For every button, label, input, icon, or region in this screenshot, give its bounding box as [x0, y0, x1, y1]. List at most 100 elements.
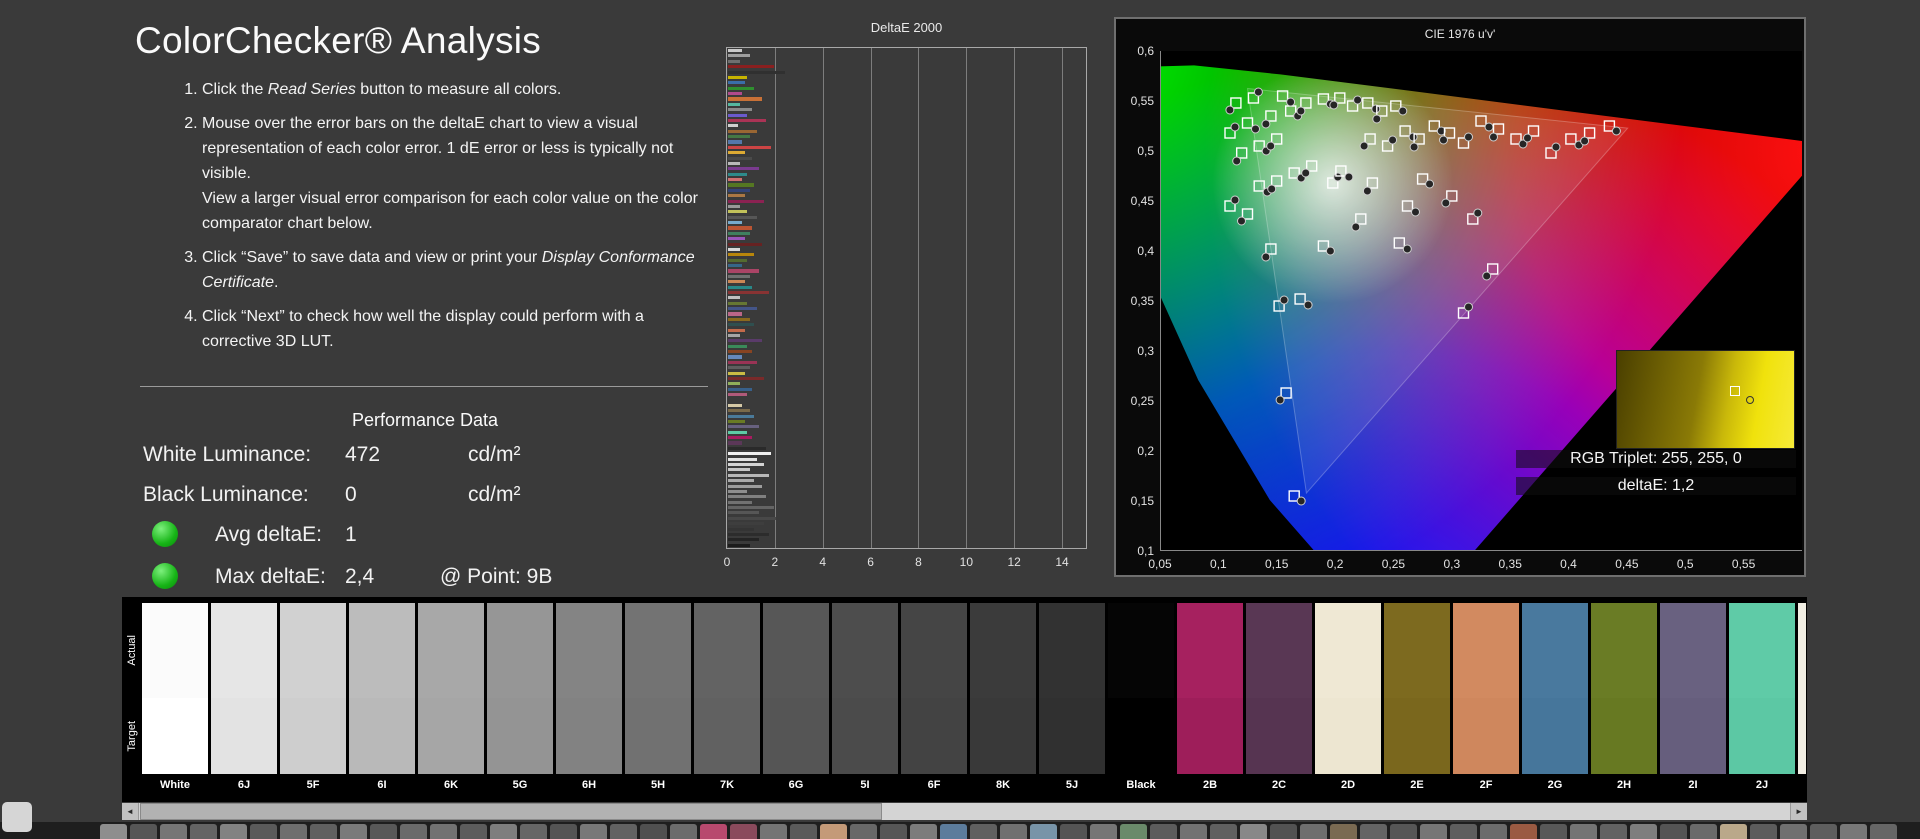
deltae-error-bar[interactable] [728, 318, 750, 321]
deltae-error-bar[interactable] [728, 431, 747, 434]
deltae-error-bar[interactable] [728, 92, 742, 95]
comparator-column[interactable]: 6I [349, 603, 415, 798]
thumbnail-tile[interactable] [190, 824, 217, 839]
deltae-error-bar[interactable] [728, 501, 752, 504]
deltae-error-bar[interactable] [728, 393, 747, 396]
comparator-column[interactable]: 2E [1384, 603, 1450, 798]
deltae-error-bar[interactable] [728, 323, 754, 326]
thumbnail-tile[interactable] [1300, 824, 1327, 839]
thumbnail-tile[interactable] [1090, 824, 1117, 839]
deltae-error-bar[interactable] [728, 103, 740, 106]
deltae-error-bar[interactable] [728, 178, 742, 181]
deltae-error-bar[interactable] [728, 173, 747, 176]
deltae-error-bar[interactable] [728, 458, 757, 461]
deltae-error-bar[interactable] [728, 275, 750, 278]
comparator-column[interactable]: 2J [1729, 603, 1795, 798]
thumbnail-tile[interactable] [580, 824, 607, 839]
comparator-column[interactable]: 5G [487, 603, 553, 798]
thumbnail-tile[interactable] [1630, 824, 1657, 839]
comparator-column[interactable]: 8K [970, 603, 1036, 798]
comparator-column[interactable]: 2B [1177, 603, 1243, 798]
deltae-error-bar[interactable] [728, 119, 766, 122]
deltae-error-bar[interactable] [728, 479, 754, 482]
thumbnail-tile[interactable] [1180, 824, 1207, 839]
deltae-error-bar[interactable] [728, 243, 762, 246]
deltae-error-bar[interactable] [728, 409, 750, 412]
deltae-error-bar[interactable] [728, 286, 752, 289]
deltae-error-bar[interactable] [728, 447, 766, 450]
thumbnail-tile[interactable] [1060, 824, 1087, 839]
thumbnail-tile[interactable] [790, 824, 817, 839]
deltae-error-bar[interactable] [728, 361, 757, 364]
deltae-error-bar[interactable] [728, 124, 738, 127]
deltae-error-bar[interactable] [728, 382, 740, 385]
deltae-error-bar[interactable] [728, 511, 759, 514]
deltae-error-bar[interactable] [728, 162, 740, 165]
deltae-error-bar[interactable] [728, 140, 742, 143]
deltae-error-bar[interactable] [728, 253, 754, 256]
deltae-error-bar[interactable] [728, 415, 754, 418]
thumbnail-tile[interactable] [220, 824, 247, 839]
bottom-left-tile[interactable] [2, 802, 32, 832]
deltae-error-bar[interactable] [728, 495, 766, 498]
thumbnail-tile[interactable] [1450, 824, 1477, 839]
thumbnail-tile[interactable] [520, 824, 547, 839]
deltae-error-bar[interactable] [728, 302, 747, 305]
comparator-column[interactable]: 2I [1660, 603, 1726, 798]
thumbnail-tile[interactable] [670, 824, 697, 839]
thumbnail-tile[interactable] [1120, 824, 1147, 839]
thumbnail-tile[interactable] [820, 824, 847, 839]
deltae-error-bar[interactable] [728, 388, 752, 391]
comparator-column[interactable]: 2D [1315, 603, 1381, 798]
deltae-error-bar[interactable] [728, 377, 764, 380]
deltae-error-bar[interactable] [728, 334, 740, 337]
deltae-error-bar[interactable] [728, 146, 771, 149]
deltae-error-bar[interactable] [728, 135, 750, 138]
deltae-error-bar[interactable] [728, 210, 747, 213]
thumbnail-tile[interactable] [1480, 824, 1507, 839]
deltae-error-bar[interactable] [728, 269, 759, 272]
thumbnail-tile[interactable] [1810, 824, 1837, 839]
deltae-error-bar[interactable] [728, 506, 774, 509]
deltae-error-bar[interactable] [728, 71, 785, 74]
thumbnail-tile[interactable] [460, 824, 487, 839]
deltae-error-bar[interactable] [728, 522, 764, 525]
deltae-error-bar[interactable] [728, 404, 742, 407]
deltae-error-bar[interactable] [728, 87, 754, 90]
deltae-error-bar[interactable] [728, 264, 742, 267]
thumbnail-tile[interactable] [910, 824, 937, 839]
scroll-left-button[interactable]: ◄ [122, 803, 139, 820]
thumbnail-tile[interactable] [1270, 824, 1297, 839]
comparator-column[interactable]: 5J [1039, 603, 1105, 798]
thumbnail-tile[interactable] [970, 824, 997, 839]
thumbnail-tile[interactable] [1600, 824, 1627, 839]
thumbnail-tile[interactable] [880, 824, 907, 839]
deltae-error-bar[interactable] [728, 366, 750, 369]
comparator-column[interactable]: 5I [832, 603, 898, 798]
thumbnail-tile[interactable] [400, 824, 427, 839]
thumbnail-tile[interactable] [1210, 824, 1237, 839]
deltae-error-bar[interactable] [728, 280, 745, 283]
thumbnail-tile[interactable] [1720, 824, 1747, 839]
deltae-error-bar[interactable] [728, 485, 762, 488]
thumbnail-tile[interactable] [250, 824, 277, 839]
thumbnail-tile[interactable] [370, 824, 397, 839]
deltae-error-bar[interactable] [728, 237, 745, 240]
deltae-error-bar[interactable] [728, 372, 745, 375]
deltae-error-bar[interactable] [728, 216, 757, 219]
thumbnail-tile[interactable] [1240, 824, 1267, 839]
deltae-error-bar[interactable] [728, 194, 745, 197]
thumbnail-tile[interactable] [940, 824, 967, 839]
thumbnail-tile[interactable] [610, 824, 637, 839]
comparator-column[interactable]: Black [1108, 603, 1174, 798]
deltae-error-bar[interactable] [728, 81, 745, 84]
deltae-error-bar[interactable] [728, 221, 742, 224]
deltae-error-bar[interactable] [728, 350, 752, 353]
thumbnail-tile[interactable] [1330, 824, 1357, 839]
deltae-error-bar[interactable] [728, 538, 759, 541]
deltae-error-bar[interactable] [728, 189, 750, 192]
thumbnail-tile[interactable] [100, 824, 127, 839]
thumbnail-tile[interactable] [1390, 824, 1417, 839]
comparator-scrollbar[interactable]: ◄ ► [122, 803, 1807, 820]
thumbnail-tile[interactable] [1750, 824, 1777, 839]
